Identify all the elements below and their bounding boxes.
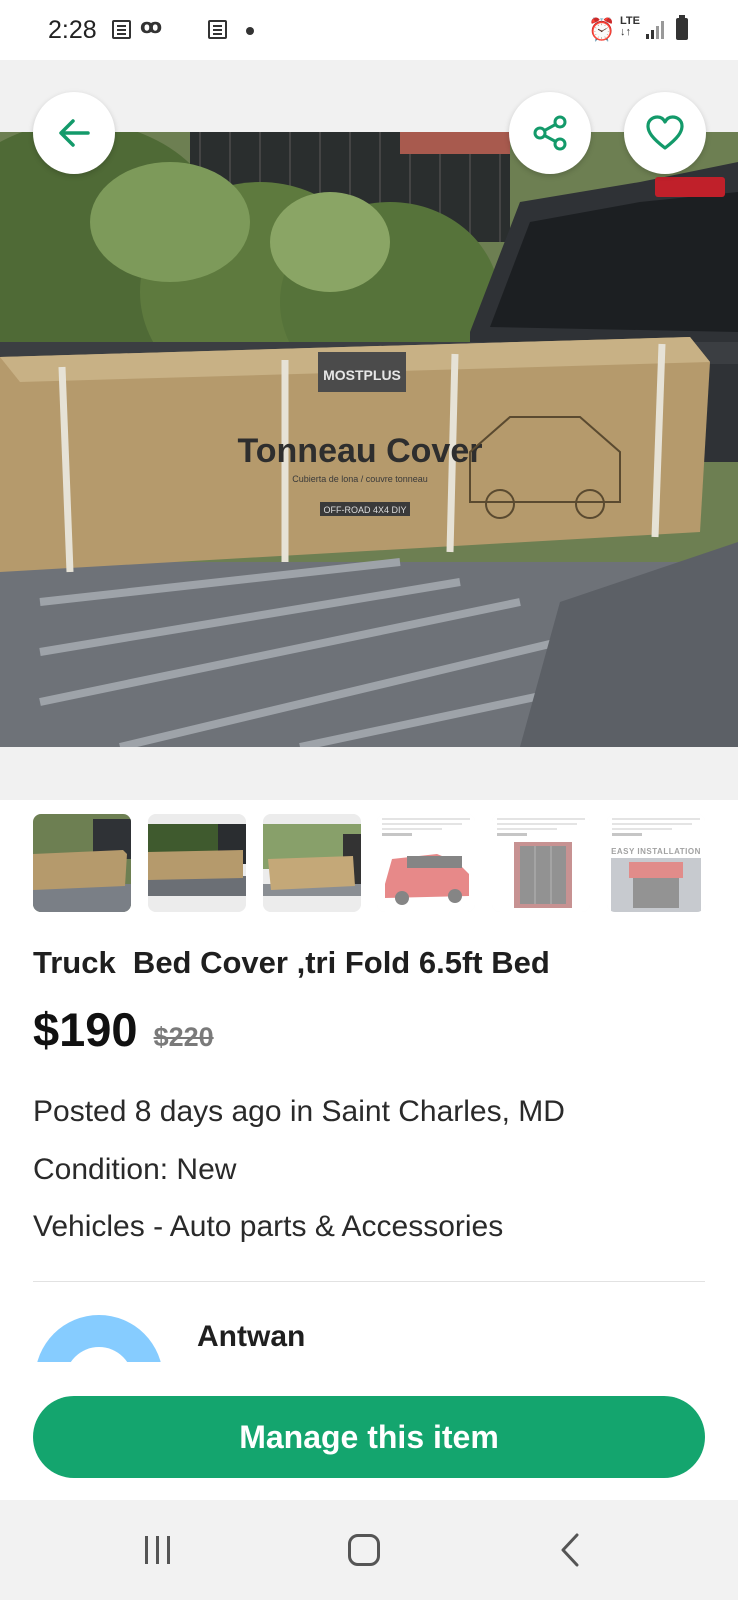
navigation-bar: [0, 1500, 738, 1600]
thumbnail-strip: EASY INSTALLATION: [33, 814, 705, 914]
condition-info: Condition: New: [33, 1153, 237, 1186]
divider: [33, 1281, 705, 1282]
thumbnail-6[interactable]: EASY INSTALLATION: [606, 814, 705, 912]
signal-icon: [646, 21, 664, 39]
share-icon: [533, 115, 567, 151]
thumbnail-3[interactable]: [262, 814, 361, 912]
listing-photo[interactable]: MOSTPLUS Tonneau Cover Cubierta de lona …: [0, 132, 738, 747]
lte-icon: LTE ↓↑: [620, 15, 640, 38]
news-icon: [208, 20, 227, 39]
seller-name[interactable]: Antwan: [197, 1320, 305, 1354]
alarm-icon: ⏰: [588, 17, 616, 42]
box-label-text: OFF-ROAD 4X4 DIY: [323, 505, 406, 515]
battery-icon: [676, 15, 688, 40]
box-title-text: Tonneau Cover: [238, 432, 483, 470]
box-brand-text: MOSTPLUS: [323, 367, 401, 383]
favorite-button[interactable]: [624, 92, 706, 174]
status-time: 2:28: [48, 16, 97, 44]
share-button[interactable]: [509, 92, 591, 174]
news-icon: [112, 20, 131, 39]
status-bar: 2:28 ꝏ ⏰ LTE ↓↑: [0, 0, 738, 60]
thumbnail-2[interactable]: [147, 814, 246, 912]
thumbnail-caption: EASY INSTALLATION: [611, 847, 701, 856]
back-nav-icon[interactable]: [560, 1533, 580, 1567]
home-button[interactable]: [348, 1534, 380, 1566]
category-info[interactable]: Vehicles - Auto parts & Accessories: [33, 1210, 503, 1244]
thumbnail-1[interactable]: [33, 814, 131, 912]
photo-gallery[interactable]: MOSTPLUS Tonneau Cover Cubierta de lona …: [0, 60, 738, 800]
notification-dot-icon: [246, 27, 254, 35]
box-subtitle-text: Cubierta de lona / couvre tonneau: [292, 474, 428, 484]
posted-info: Posted 8 days ago in Saint Charles, MD: [33, 1095, 565, 1128]
back-button[interactable]: [33, 92, 115, 174]
manage-item-button[interactable]: Manage this item: [33, 1396, 705, 1478]
heart-icon: [646, 115, 684, 150]
thumbnail-4[interactable]: [377, 814, 476, 912]
original-price: $220: [153, 1022, 214, 1052]
price: $190: [33, 1003, 138, 1056]
price-row: $190 $220: [33, 1002, 214, 1057]
arrow-left-icon: [59, 119, 90, 147]
recents-button[interactable]: [145, 1536, 175, 1564]
voicemail-icon: ꝏ: [140, 16, 162, 38]
listing-title: Truck Bed Cover ,tri Fold 6.5ft Bed: [33, 945, 550, 980]
thumbnail-5[interactable]: [492, 814, 591, 912]
